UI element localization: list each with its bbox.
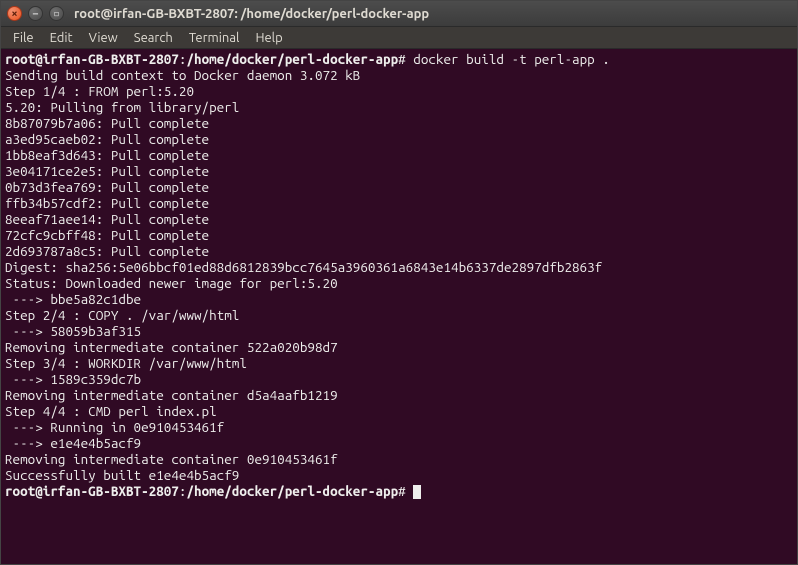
output-line: Sending build context to Docker daemon 3… xyxy=(5,67,793,83)
output-line: Removing intermediate container 522a020b… xyxy=(5,339,793,355)
menu-terminal[interactable]: Terminal xyxy=(181,29,248,47)
output-line: 8b87079b7a06: Pull complete xyxy=(5,115,793,131)
minimize-icon[interactable]: − xyxy=(28,6,43,21)
output-line: ---> 1589c359dc7b xyxy=(5,371,793,387)
output-line: 1bb8eaf3d643: Pull complete xyxy=(5,147,793,163)
output-line: 0b73d3fea769: Pull complete xyxy=(5,179,793,195)
window-title: root@irfan-GB-BXBT-2807: /home/docker/pe… xyxy=(74,7,429,21)
terminal-body[interactable]: root@irfan-GB-BXBT-2807:/home/docker/per… xyxy=(1,49,797,564)
prompt-user: root@irfan-GB-BXBT-2807 xyxy=(5,483,179,499)
menu-view[interactable]: View xyxy=(81,29,126,47)
output-line: ---> 58059b3af315 xyxy=(5,323,793,339)
prompt-user: root@irfan-GB-BXBT-2807 xyxy=(5,51,179,67)
menu-search[interactable]: Search xyxy=(126,29,181,47)
output-line: Step 3/4 : WORKDIR /var/www/html xyxy=(5,355,793,371)
output-line: ---> bbe5a82c1dbe xyxy=(5,291,793,307)
output-line: Step 4/4 : CMD perl index.pl xyxy=(5,403,793,419)
output-line: Step 1/4 : FROM perl:5.20 xyxy=(5,83,793,99)
output-line: ---> Running in 0e910453461f xyxy=(5,419,793,435)
output-line: a3ed95caeb02: Pull complete xyxy=(5,131,793,147)
prompt-path: /home/docker/perl-docker-app xyxy=(186,51,398,67)
output-line: 5.20: Pulling from library/perl xyxy=(5,99,793,115)
output-line: ---> e1e4e4b5acf9 xyxy=(5,435,793,451)
maximize-icon[interactable]: ▫ xyxy=(49,6,64,21)
output-line: Removing intermediate container 0e910453… xyxy=(5,451,793,467)
output-line: 3e04171ce2e5: Pull complete xyxy=(5,163,793,179)
menu-file[interactable]: File xyxy=(5,29,42,47)
cursor-icon xyxy=(413,485,421,499)
output-line: Status: Downloaded newer image for perl:… xyxy=(5,275,793,291)
output-line: Step 2/4 : COPY . /var/www/html xyxy=(5,307,793,323)
output-line: Digest: sha256:5e06bbcf01ed88d6812839bcc… xyxy=(5,259,793,275)
output-line: Removing intermediate container d5a4aafb… xyxy=(5,387,793,403)
output-line: 8eeaf71aee14: Pull complete xyxy=(5,211,793,227)
menu-help[interactable]: Help xyxy=(247,29,290,47)
menu-edit[interactable]: Edit xyxy=(42,29,81,47)
output-line: ffb34b57cdf2: Pull complete xyxy=(5,195,793,211)
output-line: 72cfc9cbff48: Pull complete xyxy=(5,227,793,243)
titlebar[interactable]: × − ▫ root@irfan-GB-BXBT-2807: /home/doc… xyxy=(1,1,797,27)
output-line: 2d693787a8c5: Pull complete xyxy=(5,243,793,259)
window-controls: × − ▫ xyxy=(7,6,64,21)
command-text: docker build -t perl-app . xyxy=(413,51,610,67)
prompt-path: /home/docker/perl-docker-app xyxy=(186,483,398,499)
output-line: Successfully built e1e4e4b5acf9 xyxy=(5,467,793,483)
prompt-symbol: # xyxy=(398,51,406,67)
menubar: File Edit View Search Terminal Help xyxy=(1,27,797,49)
terminal-window: × − ▫ root@irfan-GB-BXBT-2807: /home/doc… xyxy=(0,0,798,565)
prompt-symbol: # xyxy=(398,483,406,499)
close-icon[interactable]: × xyxy=(7,6,22,21)
